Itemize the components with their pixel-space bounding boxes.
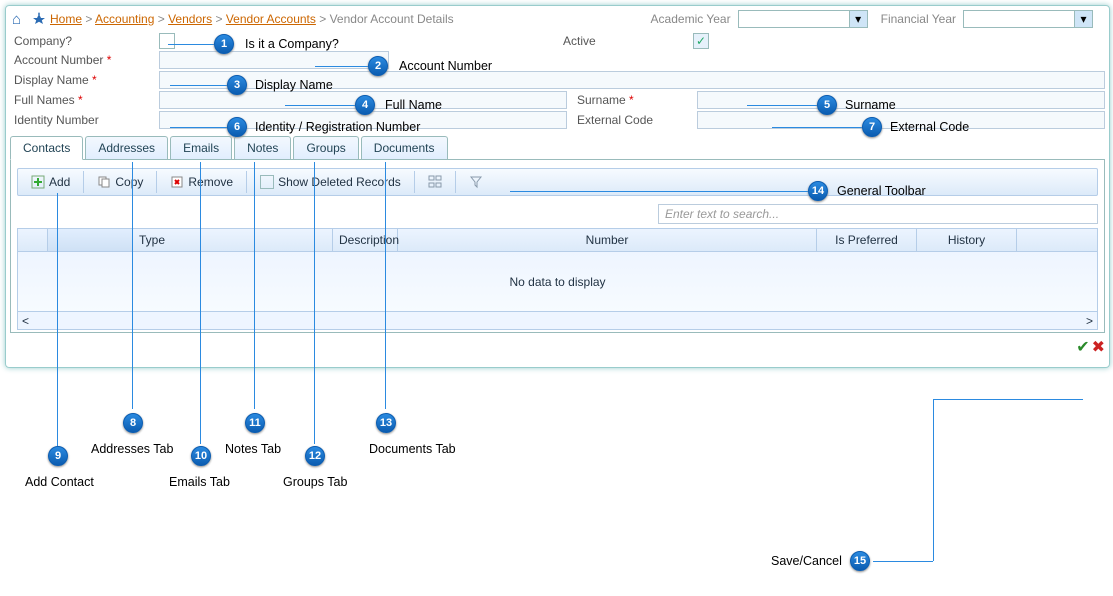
breadcrumb-vendor-accounts[interactable]: Vendor Accounts — [226, 12, 316, 26]
financial-year-select[interactable]: ▾ — [963, 10, 1093, 28]
active-label: Active — [563, 34, 693, 48]
callout-1: 1 — [214, 34, 234, 54]
copy-icon — [97, 175, 111, 189]
plus-icon — [31, 175, 45, 189]
save-cancel-footer: ✔ ✖ — [10, 333, 1105, 357]
callout-15: 15 — [850, 551, 870, 571]
scroll-left-icon[interactable]: < — [22, 314, 29, 328]
tab-contacts[interactable]: Contacts — [10, 136, 83, 160]
columns-icon — [428, 175, 442, 189]
callout-6: 6 — [227, 117, 247, 137]
home-icon[interactable]: ⌂ — [12, 11, 28, 27]
col-is-preferred[interactable]: Is Preferred — [817, 229, 917, 251]
company-label: Company? — [10, 34, 135, 48]
show-deleted-checkbox[interactable] — [260, 175, 274, 189]
col-history[interactable]: History — [917, 229, 1017, 251]
favorite-icon[interactable] — [31, 11, 47, 27]
save-button[interactable]: ✔ — [1076, 337, 1089, 357]
cancel-button[interactable]: ✖ — [1092, 337, 1105, 357]
tab-body-contacts: Add Copy Remove Show Deleted Records — [10, 160, 1105, 333]
surname-label: Surname * — [567, 93, 697, 107]
identity-number-label: Identity Number — [10, 113, 135, 127]
breadcrumb-accounting[interactable]: Accounting — [95, 12, 154, 26]
add-button[interactable]: Add — [22, 171, 79, 193]
breadcrumb-home[interactable]: Home — [50, 12, 82, 26]
display-name-label: Display Name * — [10, 73, 135, 87]
callout-11: 11 — [245, 413, 265, 433]
col-number[interactable]: Number — [398, 229, 817, 251]
chevron-down-icon[interactable]: ▾ — [849, 11, 867, 27]
surname-field[interactable] — [697, 91, 1105, 109]
callout-8: 8 — [123, 413, 143, 433]
tab-notes[interactable]: Notes — [234, 136, 291, 159]
callout-7: 7 — [862, 117, 882, 137]
academic-year-label: Academic Year — [651, 12, 731, 26]
account-number-label: Account Number * — [10, 53, 135, 67]
breadcrumb-bar: ⌂ Home > Accounting > Vendors > Vendor A… — [10, 10, 1105, 32]
grid-scrollbar[interactable]: < > — [17, 312, 1098, 330]
financial-year-label: Financial Year — [881, 12, 956, 26]
tab-emails[interactable]: Emails — [170, 136, 232, 159]
breadcrumb-vendors[interactable]: Vendors — [168, 12, 212, 26]
search-input[interactable]: Enter text to search... — [658, 204, 1098, 224]
academic-year-select[interactable]: ▾ — [738, 10, 868, 28]
col-description[interactable]: Description — [333, 229, 398, 251]
filter-button[interactable] — [460, 171, 492, 193]
delete-icon — [170, 175, 184, 189]
callout-14: 14 — [808, 181, 828, 201]
active-checkbox[interactable]: ✓ — [693, 33, 709, 49]
callout-3: 3 — [227, 75, 247, 95]
external-code-label: External Code — [567, 113, 697, 127]
scroll-right-icon[interactable]: > — [1086, 314, 1093, 328]
company-checkbox[interactable] — [159, 33, 175, 49]
callout-9: 9 — [48, 446, 68, 466]
remove-button[interactable]: Remove — [161, 171, 242, 193]
callout-12: 12 — [305, 446, 325, 466]
grid-header: Type Description Number Is Preferred His… — [17, 228, 1098, 252]
copy-button[interactable]: Copy — [88, 171, 152, 193]
full-names-label: Full Names * — [10, 93, 135, 107]
callout-10: 10 — [191, 446, 211, 466]
col-type[interactable]: Type — [133, 229, 333, 251]
callout-5: 5 — [817, 95, 837, 115]
breadcrumb-current: Vendor Account Details — [330, 12, 454, 26]
tab-documents[interactable]: Documents — [361, 136, 448, 159]
tab-addresses[interactable]: Addresses — [85, 136, 168, 159]
breadcrumb: Home > Accounting > Vendors > Vendor Acc… — [50, 12, 454, 26]
filter-icon — [469, 175, 483, 189]
chevron-down-icon[interactable]: ▾ — [1074, 11, 1092, 27]
column-chooser-button[interactable] — [419, 171, 451, 193]
callout-2: 2 — [368, 56, 388, 76]
callout-4: 4 — [355, 95, 375, 115]
detail-tabs: Contacts Addresses Emails Notes Groups D… — [10, 136, 1105, 160]
tab-groups[interactable]: Groups — [293, 136, 358, 159]
grid-body: No data to display — [17, 252, 1098, 312]
callout-13: 13 — [376, 413, 396, 433]
